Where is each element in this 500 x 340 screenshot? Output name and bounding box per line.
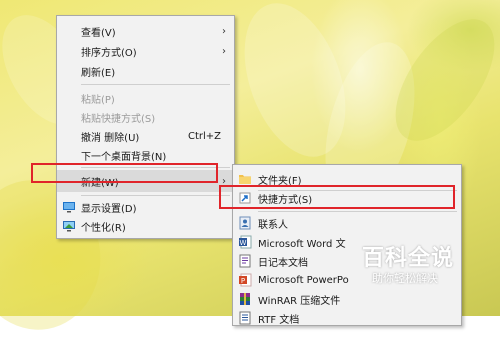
menu-item-paste[interactable]: 粘贴(P) [57,88,234,108]
svg-text:P: P [241,277,245,285]
menu-item-label: 粘贴快捷方式(S) [81,113,156,125]
menu-separator [258,211,457,212]
menu-item-refresh[interactable]: 刷新(E) [57,61,234,81]
submenu-item-winrar-archive[interactable]: WinRAR 压缩文件 [233,289,461,309]
menu-item-label: 联系人 [258,219,288,231]
journal-icon [238,254,252,268]
contact-icon [238,216,252,230]
powerpoint-icon: P [238,273,252,287]
watermark-title: 百科全说 [362,246,455,271]
menu-item-label: RTF 文档 [258,314,300,326]
menu-item-label: Microsoft Word 文 [258,238,346,250]
menu-item-next-background[interactable]: 下一个桌面背景(N) [57,145,234,165]
menu-item-shortcut: Ctrl+Z [188,130,222,142]
svg-text:W: W [240,239,247,247]
menu-item-view[interactable]: 查看(V) › [57,21,234,41]
menu-item-label: 查看(V) [81,27,116,39]
chevron-right-icon: › [222,25,226,37]
display-settings-icon [62,200,76,214]
menu-item-label: 刷新(E) [81,67,116,79]
menu-item-paste-shortcut[interactable]: 粘贴快捷方式(S) [57,107,234,127]
menu-item-label: 显示设置(D) [81,203,137,215]
watermark-subtitle: 助你轻松解决 [372,272,438,285]
menu-item-display-settings[interactable]: 显示设置(D) [57,197,234,217]
menu-item-sort-by[interactable]: 排序方式(O) › [57,41,234,61]
menu-item-label: WinRAR 压缩文件 [258,295,341,307]
word-doc-icon: W [238,235,252,249]
menu-item-label: 撤消 删除(U) [81,132,140,144]
menu-item-label: Microsoft PowerPo [258,274,349,286]
submenu-item-rtf-document[interactable]: RTF 文档 [233,308,461,328]
desktop-context-menu: 查看(V) › 排序方式(O) › 刷新(E) 粘贴(P) 粘贴快捷方式(S) … [56,15,235,239]
menu-separator [81,84,230,85]
winrar-icon [238,292,252,306]
rtf-icon [238,311,252,325]
watermark: 百科全说 助你轻松解决 [362,240,492,286]
submenu-item-contact[interactable]: 联系人 [233,213,461,233]
personalize-icon [62,219,76,233]
menu-item-label: 粘贴(P) [81,94,115,106]
menu-item-label: 日记本文档 [258,257,308,269]
highlight-box-shortcut [219,185,455,209]
menu-item-undo-delete[interactable]: 撤消 删除(U) Ctrl+Z [57,126,234,146]
menu-item-personalize[interactable]: 个性化(R) [57,216,234,236]
chevron-right-icon: › [222,45,226,57]
highlight-box-new [31,163,218,183]
folder-icon [238,172,252,186]
menu-separator [81,195,230,196]
menu-item-label: 个性化(R) [81,222,126,234]
menu-item-label: 下一个桌面背景(N) [81,151,167,163]
menu-item-label: 排序方式(O) [81,47,137,59]
